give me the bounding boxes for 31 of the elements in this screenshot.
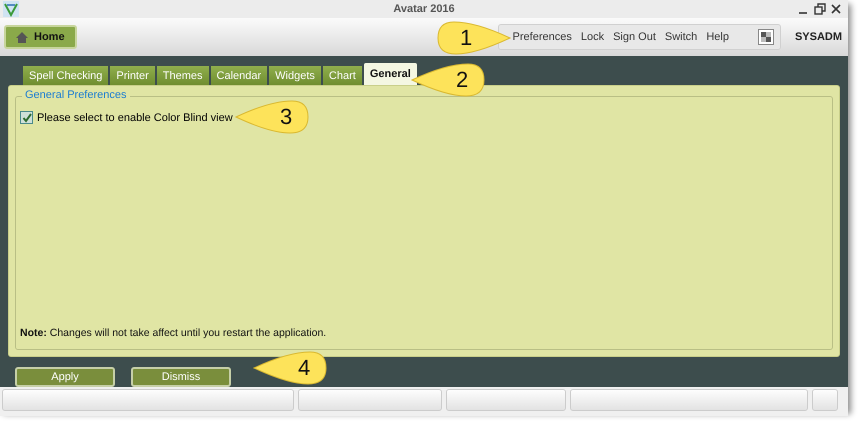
dismiss-button[interactable]: Dismiss <box>131 367 231 387</box>
close-icon[interactable] <box>830 3 842 15</box>
callout-number: 2 <box>456 67 468 93</box>
window-title: Avatar 2016 <box>393 3 455 15</box>
group-title: General Preferences <box>22 89 130 101</box>
menu-link[interactable]: Sign Out <box>613 31 656 43</box>
tab[interactable]: Printer <box>110 66 155 85</box>
menu-link[interactable]: Help <box>706 31 729 43</box>
restore-icon[interactable] <box>814 3 826 15</box>
callout-number: 1 <box>460 25 472 51</box>
tab[interactable]: Calendar <box>210 66 268 85</box>
tab[interactable]: Themes <box>156 66 209 85</box>
home-button[interactable]: Home <box>4 25 77 49</box>
apply-button[interactable]: Apply <box>15 367 115 387</box>
checkbox[interactable] <box>20 111 33 124</box>
menu-link[interactable]: Switch <box>664 31 698 43</box>
tab[interactable]: Widgets <box>269 66 321 85</box>
callout-number: 3 <box>280 104 292 130</box>
house-icon <box>16 32 28 42</box>
note-text: Note: Changes will not take affect until you restart the application. <box>20 327 328 339</box>
checkbox-label: Please select to enable Color Blind view <box>37 112 233 124</box>
tab[interactable]: Spell Checking <box>23 66 108 85</box>
tab[interactable]: Chart <box>322 66 362 85</box>
app-logo-icon <box>3 1 19 17</box>
callout-number: 4 <box>298 355 310 381</box>
menu-link[interactable]: Lock <box>580 31 604 43</box>
menu-link[interactable]: Preferences <box>512 31 572 43</box>
tab[interactable]: General <box>364 63 417 85</box>
status-segment <box>812 389 838 411</box>
layout-icon[interactable] <box>758 29 774 45</box>
user-name: SYSADM <box>794 31 842 43</box>
